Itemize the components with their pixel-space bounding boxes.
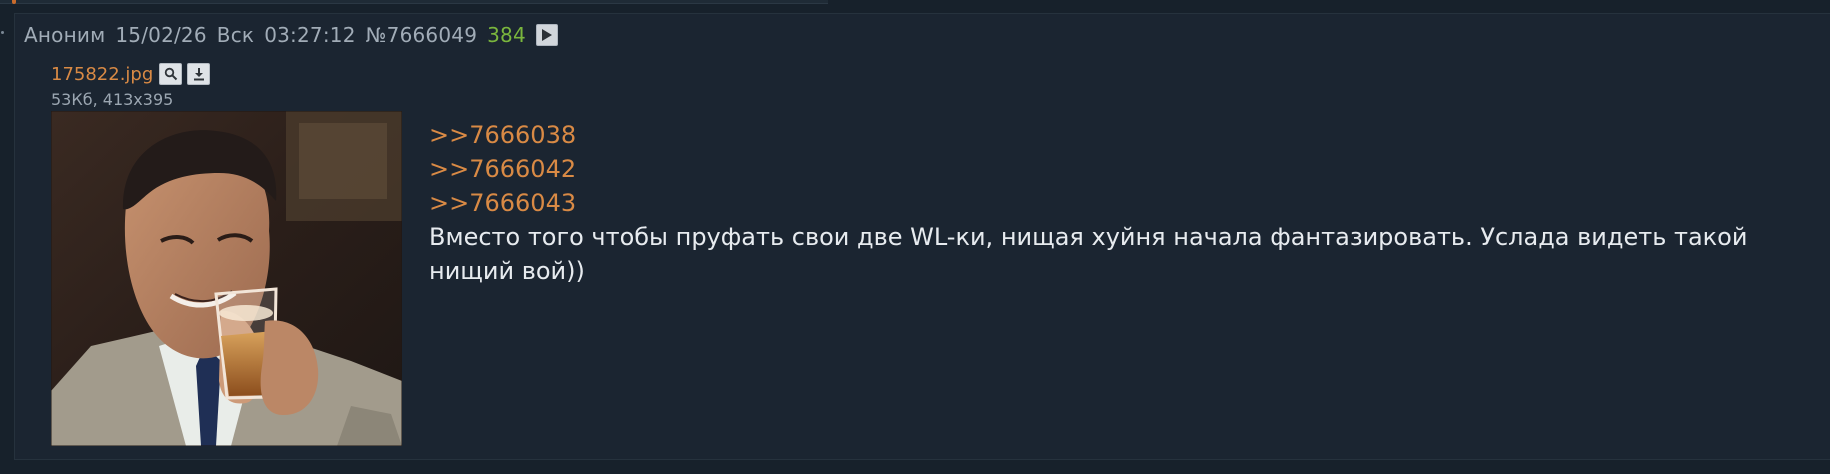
post-number[interactable]: №7666049	[366, 23, 477, 47]
file-meta: 53Кб, 413x395	[51, 90, 174, 109]
reply-link[interactable]: >>7666038	[429, 118, 1809, 152]
play-button[interactable]	[535, 24, 558, 46]
play-icon	[541, 29, 552, 41]
reply-link[interactable]: >>7666042	[429, 152, 1809, 186]
download-button[interactable]	[187, 63, 211, 85]
image-search-button[interactable]	[159, 63, 183, 85]
post-time: 03:27:12	[264, 23, 356, 47]
message-text: Вместо того чтобы пруфать свои две WL-ки…	[429, 223, 1748, 285]
post-message: >>7666038 >>7666042 >>7666043 Вместо тог…	[429, 118, 1809, 288]
man-drinking-image	[51, 111, 402, 446]
post-day: Вск	[216, 23, 255, 47]
top-accent	[12, 0, 16, 4]
post-container: Аноним 15/02/26 Вск 03:27:12 №7666049 38…	[14, 13, 1830, 460]
post-image-thumbnail[interactable]	[51, 111, 402, 446]
download-icon	[193, 68, 204, 81]
reply-count[interactable]: 384	[487, 23, 526, 47]
file-name-link[interactable]: 175822.jpg	[51, 64, 153, 85]
reply-link[interactable]: >>7666043	[429, 186, 1809, 220]
post-header: Аноним 15/02/26 Вск 03:27:12 №7666049 38…	[24, 23, 558, 47]
search-icon	[164, 67, 178, 81]
post-author: Аноним	[24, 23, 106, 47]
post-date: 15/02/26	[115, 23, 207, 47]
top-strip	[0, 0, 828, 4]
file-row: 175822.jpg	[51, 63, 215, 85]
side-marker	[1, 31, 4, 34]
